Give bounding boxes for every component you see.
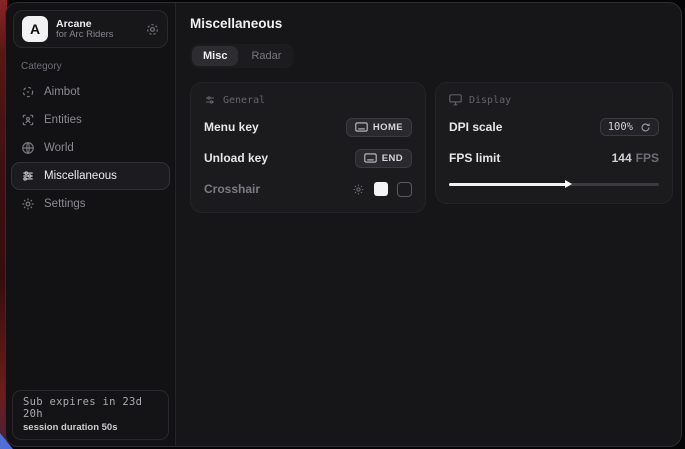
main-content: Miscellaneous Misc Radar [176,3,682,446]
page-title: Miscellaneous [190,16,673,31]
display-panel: Display DPI scale 100% [435,82,673,204]
sidebar-item-world[interactable]: World [11,134,170,162]
unload-key-bind-button[interactable]: END [355,149,412,168]
general-panel: General Menu key HOME [190,82,426,213]
general-panel-header: General [204,94,412,106]
unload-key-value: END [382,153,403,164]
sidebar-item-label: World [44,142,74,154]
app-window: A Arcane for Arc Riders Category [5,2,682,447]
crosshair-row: Crosshair [204,179,412,199]
scan-person-icon [21,113,35,127]
general-panel-title: General [223,95,265,106]
keyboard-icon [355,122,368,132]
session-duration-text: session duration 50s [23,422,158,433]
dpi-scale-label: DPI scale [449,120,502,134]
menu-key-label: Menu key [204,120,259,134]
panels: General Menu key HOME [190,82,673,213]
app-tagline: for Arc Riders [56,30,138,41]
sync-icon[interactable] [146,23,159,36]
unload-key-row: Unload key END [204,148,412,168]
fps-unit: FPS [636,151,659,165]
fps-limit-row: FPS limit 144 FPS [449,148,659,168]
display-panel-title: Display [469,95,511,106]
sidebar-item-settings[interactable]: Settings [11,190,170,218]
unload-key-label: Unload key [204,151,268,165]
subscription-status-card: Sub expires in 23d 20h session duration … [12,390,169,440]
tab-bar: Misc Radar [190,44,294,68]
display-panel-header: Display [449,94,659,106]
fps-limit-label: FPS limit [449,151,500,165]
fps-number: 144 [612,151,632,165]
screen: A Arcane for Arc Riders Category [0,0,685,449]
app-logo: A [22,16,48,42]
sidebar-item-entities[interactable]: Entities [11,106,170,134]
crosshair-checkbox[interactable] [397,182,412,197]
dpi-reset-icon[interactable] [640,122,651,133]
sliders-icon [21,169,35,183]
crosshair-settings-gear-icon[interactable] [352,183,365,196]
sidebar-item-label: Entities [44,114,82,126]
sidebar-nav: Aimbot Entities [6,78,175,218]
sidebar-item-label: Aimbot [44,86,80,98]
gear-icon [21,197,35,211]
sidebar-item-aimbot[interactable]: Aimbot [11,78,170,106]
dpi-scale-row: DPI scale 100% [449,117,659,137]
keyboard-icon [364,153,377,163]
sidebar-item-label: Miscellaneous [44,170,117,182]
app-name: Arcane [56,18,138,30]
menu-key-row: Menu key HOME [204,117,412,137]
dpi-scale-control[interactable]: 100% [600,118,659,136]
app-card: A Arcane for Arc Riders [13,10,168,48]
fps-limit-slider[interactable] [449,178,659,190]
tab-misc[interactable]: Misc [192,46,238,66]
globe-icon [21,141,35,155]
sidebar-item-miscellaneous[interactable]: Miscellaneous [11,162,170,190]
menu-key-value: HOME [373,122,403,133]
sidebar: A Arcane for Arc Riders Category [6,3,176,446]
tab-radar[interactable]: Radar [240,46,292,66]
fps-slider-fill [449,183,567,186]
monitor-icon [449,94,462,106]
crosshair-controls [352,182,412,197]
sub-expires-text: Sub expires in 23d 20h [23,396,158,420]
fps-limit-value: 144 FPS [612,151,659,165]
sliders-small-icon [204,94,216,106]
fps-slider-thumb[interactable] [565,180,572,188]
dpi-scale-value: 100% [608,121,633,133]
menu-key-bind-button[interactable]: HOME [346,118,412,137]
sidebar-item-label: Settings [44,198,86,210]
category-label: Category [21,61,175,72]
crosshair-label: Crosshair [204,182,260,196]
app-meta: Arcane for Arc Riders [56,18,138,41]
crosshair-color-swatch[interactable] [374,182,388,196]
crosshair-icon [21,85,35,99]
